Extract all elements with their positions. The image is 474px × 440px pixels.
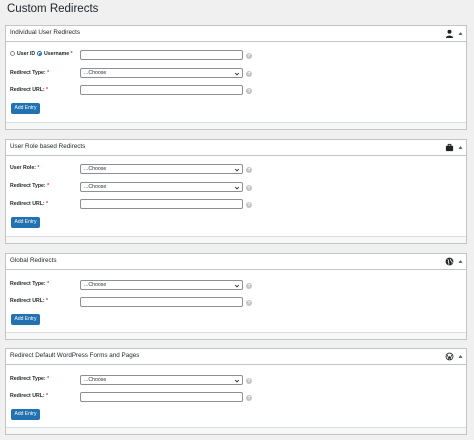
radio-username[interactable]	[37, 51, 42, 56]
redirect-type-select[interactable]: ...Choose	[80, 375, 243, 385]
wordpress-icon	[445, 352, 454, 361]
chevron-down-icon	[234, 284, 240, 288]
redirect-url-label: Redirect URL: *	[10, 393, 49, 399]
collapse-arrow-icon[interactable]	[457, 258, 464, 265]
select-value: ...Choose	[84, 184, 107, 190]
panel-header: Redirect Default WordPress Forms and Pag…	[6, 349, 466, 365]
panel-title: Individual User Redirects	[10, 29, 80, 36]
redirect-url-label: Redirect URL: *	[10, 298, 49, 304]
redirect-url-label: Redirect URL: *	[10, 201, 49, 207]
user-role-select[interactable]: ...Choose	[80, 164, 243, 174]
panel-individual-user-redirects: Individual User Redirects User ID Userna…	[5, 25, 467, 130]
redirect-url-input[interactable]	[80, 199, 243, 209]
help-icon[interactable]: ?	[246, 167, 252, 173]
radio-username-label: Username *	[44, 51, 73, 57]
redirect-type-label: Redirect Type: *	[10, 376, 50, 382]
redirect-url-input[interactable]	[80, 85, 243, 95]
help-icon[interactable]: ?	[246, 202, 252, 208]
select-value: ...Choose	[84, 166, 107, 172]
help-icon[interactable]: ?	[246, 300, 252, 306]
chevron-down-icon	[234, 72, 240, 76]
panel-footer	[6, 332, 466, 339]
panel-footer	[6, 122, 466, 129]
add-entry-button[interactable]: Add Entry	[11, 409, 40, 420]
add-entry-button[interactable]: Add Entry	[11, 314, 40, 325]
chevron-down-icon	[234, 186, 240, 190]
briefcase-icon	[445, 143, 454, 152]
redirect-url-input[interactable]	[80, 297, 243, 307]
collapse-arrow-icon[interactable]	[457, 144, 464, 151]
panel-title: Redirect Default WordPress Forms and Pag…	[10, 352, 140, 359]
redirect-type-select[interactable]: ...Choose	[80, 280, 243, 290]
help-icon[interactable]: ?	[246, 71, 252, 77]
panel-global-redirects: Global Redirects Redirect Type: * ...Cho…	[5, 253, 467, 340]
globe-icon	[445, 257, 454, 266]
add-entry-button[interactable]: Add Entry	[11, 217, 40, 228]
help-icon[interactable]: ?	[246, 283, 252, 289]
page-title: Custom Redirects	[7, 3, 99, 15]
user-role-label: User Role: *	[10, 165, 40, 171]
select-value: ...Choose	[84, 282, 107, 288]
redirect-type-select[interactable]: ...Choose	[80, 68, 243, 78]
help-icon[interactable]: ?	[246, 53, 252, 59]
collapse-arrow-icon[interactable]	[457, 30, 464, 37]
radio-user-id-label: User ID	[17, 51, 36, 57]
panel-header: Global Redirects	[6, 254, 466, 270]
panel-wordpress-redirects: Redirect Default WordPress Forms and Pag…	[5, 348, 467, 435]
redirect-type-label: Redirect Type: *	[10, 281, 50, 287]
panel-title: User Role based Redirects	[10, 143, 86, 150]
select-value: ...Choose	[84, 70, 107, 76]
help-icon[interactable]: ?	[246, 378, 252, 384]
collapse-arrow-icon[interactable]	[457, 353, 464, 360]
help-icon[interactable]: ?	[246, 395, 252, 401]
username-input[interactable]	[80, 50, 243, 60]
help-icon[interactable]: ?	[246, 185, 252, 191]
help-icon[interactable]: ?	[246, 88, 252, 94]
redirect-url-label: Redirect URL: *	[10, 87, 49, 93]
redirect-type-select[interactable]: ...Choose	[80, 182, 243, 192]
add-entry-button[interactable]: Add Entry	[11, 103, 40, 114]
chevron-down-icon	[234, 168, 240, 172]
radio-user-id[interactable]	[10, 51, 15, 56]
panel-header: User Role based Redirects	[6, 140, 466, 156]
panel-footer	[6, 236, 466, 243]
chevron-down-icon	[234, 379, 240, 383]
select-value: ...Choose	[84, 377, 107, 383]
panel-user-role-redirects: User Role based Redirects User Role: * .…	[5, 139, 467, 244]
panel-header: Individual User Redirects	[6, 26, 466, 42]
redirect-type-label: Redirect Type: *	[10, 183, 50, 189]
user-icon	[445, 29, 454, 38]
redirect-url-input[interactable]	[80, 392, 243, 402]
panel-footer	[6, 427, 466, 434]
redirect-type-label: Redirect Type: *	[10, 70, 50, 76]
panel-title: Global Redirects	[10, 257, 57, 264]
